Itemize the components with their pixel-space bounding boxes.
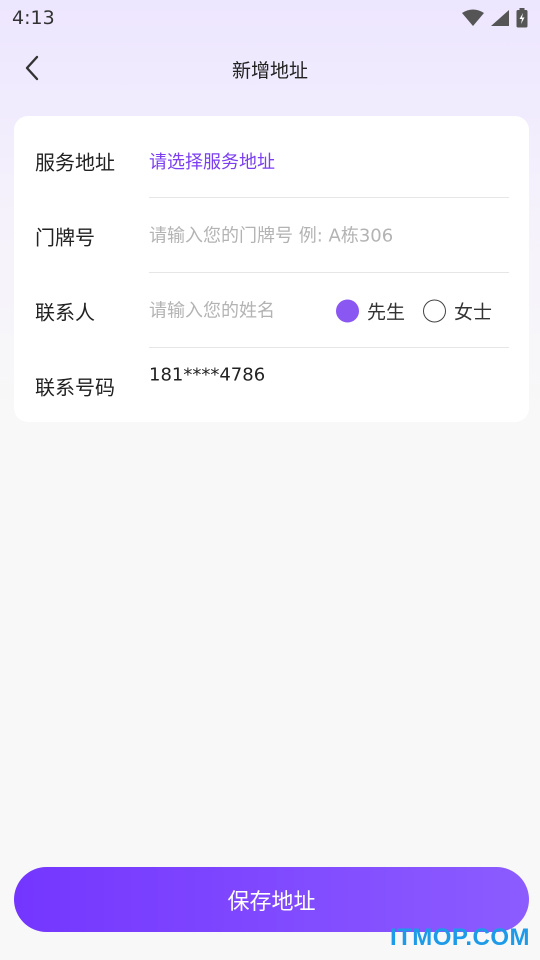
status-time: 4:13: [12, 7, 55, 29]
phone-label: 联系号码: [35, 375, 115, 399]
gender-radio-group: 先生 女士: [336, 297, 492, 324]
nav-bar: 新增地址: [0, 40, 540, 98]
back-button[interactable]: [14, 50, 50, 86]
service-address-selector[interactable]: 请选择服务地址: [149, 148, 275, 174]
door-number-label: 门牌号: [35, 225, 95, 249]
status-icons: [462, 8, 528, 28]
contact-label: 联系人: [35, 300, 95, 324]
gender-option-mr[interactable]: 先生: [336, 297, 405, 324]
gender-option-label: 女士: [454, 301, 493, 323]
address-form-card: 服务地址 请选择服务地址 门牌号 联系人 先生 女士 联系号码 181****4…: [14, 116, 529, 422]
watermark-logo: ITMOP.COM: [389, 924, 530, 951]
contact-row: 联系人 先生 女士: [14, 273, 529, 348]
save-address-button[interactable]: 保存地址: [14, 867, 529, 932]
cell-signal-icon: [491, 10, 509, 26]
service-address-label: 服务地址: [35, 150, 115, 174]
gender-option-ms[interactable]: 女士: [423, 297, 492, 324]
radio-unchecked-icon: [423, 299, 447, 322]
battery-icon: [516, 8, 528, 28]
phone-row: 联系号码 181****4786: [14, 348, 529, 423]
door-number-row: 门牌号: [14, 198, 529, 273]
phone-value: 181****4786: [149, 364, 266, 386]
door-number-input[interactable]: [149, 225, 449, 246]
chevron-left-icon: [25, 55, 39, 81]
gender-option-label: 先生: [367, 301, 406, 323]
radio-checked-icon: [336, 299, 359, 322]
service-address-row[interactable]: 服务地址 请选择服务地址: [14, 123, 529, 198]
wifi-icon: [462, 9, 484, 26]
status-bar: 4:13: [0, 0, 540, 36]
page-title: 新增地址: [231, 59, 308, 82]
contact-name-input[interactable]: [149, 300, 319, 321]
